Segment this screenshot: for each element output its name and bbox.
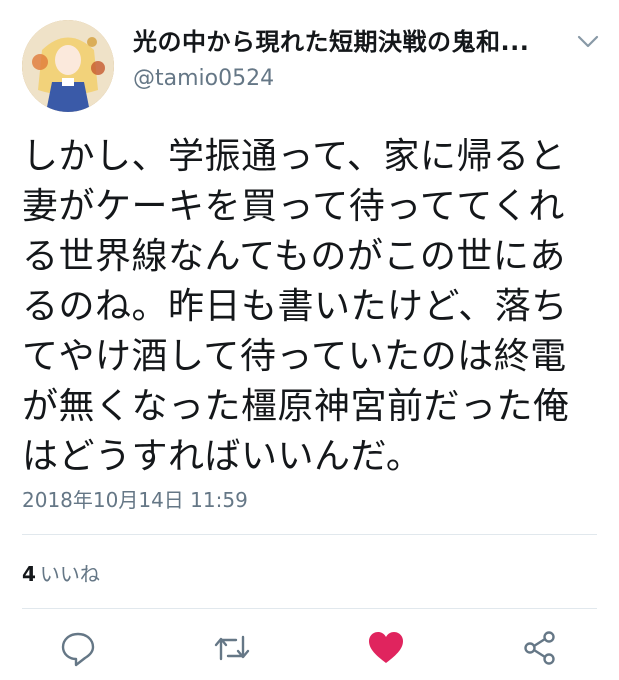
user-handle[interactable]: @tamio0524 [133,66,274,91]
action-bar [0,628,619,678]
chevron-down-icon[interactable] [577,34,599,48]
tweet-text-line: しかし、学振通って、家に帰ると [22,136,566,177]
share-icon[interactable] [520,628,560,668]
tweet-text-line: 妻がケーキを買って待っててくれ [22,186,565,227]
likes-count: 4 [22,562,36,586]
heart-icon[interactable] [366,628,406,668]
tweet-text-line: が無くなった橿原神宮前だった俺 [22,386,570,427]
tweet-text-line: るのね。昨日も書いたけど、落ち [22,286,568,327]
tweet-text-line: はどうすればいいんだ。 [22,436,423,477]
divider [22,534,597,535]
avatar[interactable] [22,20,114,112]
tweet-text: しかし、学振通って、家に帰ると 妻がケーキを買って待っててくれ る世界線なんても… [22,132,602,482]
display-name[interactable]: 光の中から現れた短期決戦の鬼和... [133,22,529,57]
likes-label: いいね [39,562,100,586]
tweet-timestamp[interactable]: 2018年10月14日 11:59 [22,484,248,513]
tweet-text-line: てやけ酒して待っていたのは終電 [22,336,567,377]
avatar-illustration [22,20,114,112]
tweet-header: 光の中から現れた短期決戦の鬼和... @tamio0524 [0,0,619,112]
divider [22,608,597,609]
reply-icon[interactable] [58,628,98,668]
tweet-text-line: る世界線なんてものがこの世にあ [22,236,566,277]
likes-stat[interactable]: 4 いいね [22,558,100,587]
retweet-icon[interactable] [212,628,252,668]
